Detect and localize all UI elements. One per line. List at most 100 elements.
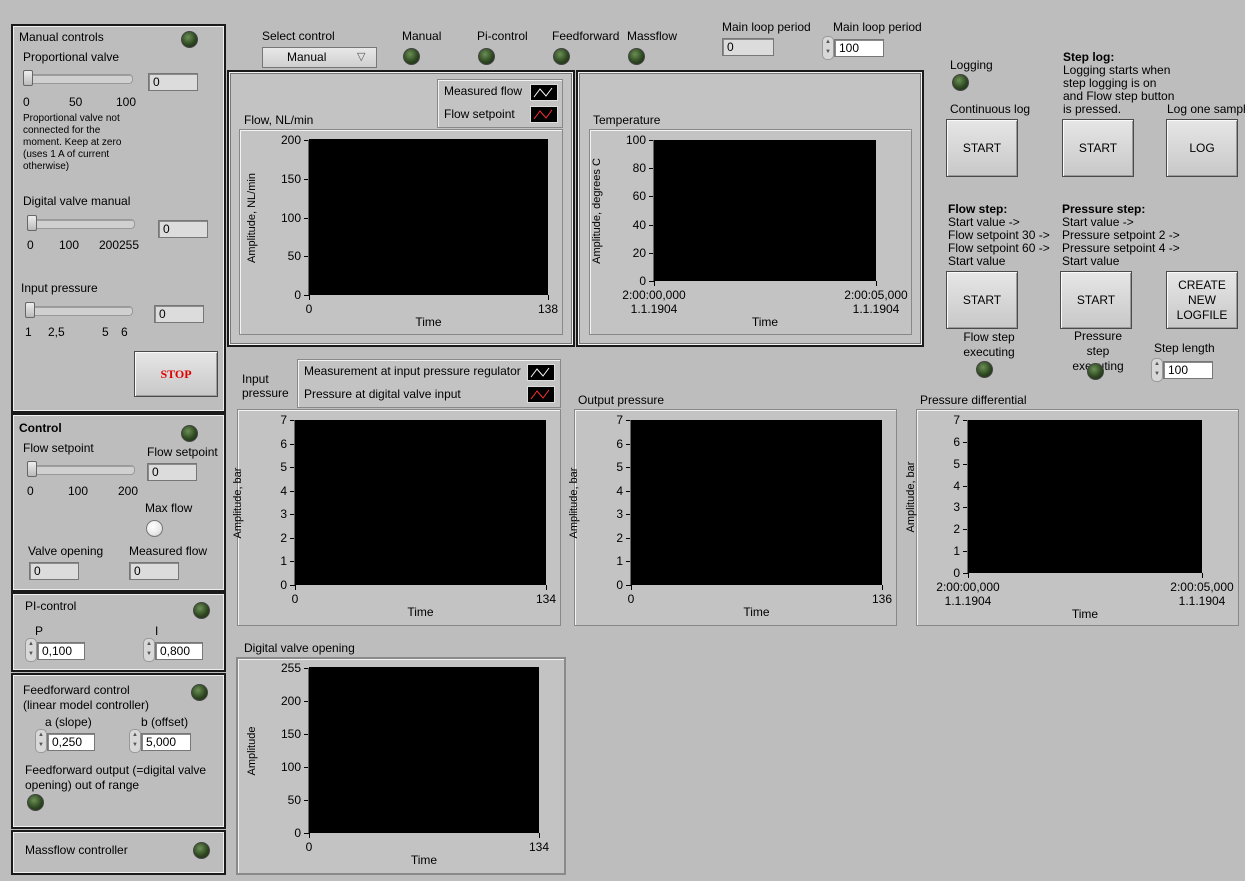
dropdown-arrow-icon: ▽: [357, 51, 366, 63]
continuous-log-start-button[interactable]: START: [946, 119, 1018, 177]
y-tick-label: 150: [280, 727, 301, 741]
prop-valve-thumb[interactable]: [23, 70, 33, 86]
y-tick-label: 60: [632, 189, 646, 204]
y-tick-label: 7: [953, 413, 960, 427]
y-tick-label: 200: [280, 694, 301, 708]
flow-legend: Measured flow Flow setpoint: [437, 79, 563, 128]
ff-title: Feedforward control: [23, 683, 130, 697]
pressure-step-start-button[interactable]: START: [1060, 271, 1132, 329]
x-axis-label: Time: [751, 315, 779, 329]
x-tick-label: 2:00:00,000: [622, 288, 686, 302]
valve-opening-label: Valve opening: [28, 544, 104, 558]
y-axis-line: [967, 420, 968, 573]
dig-valve-thumb[interactable]: [27, 215, 37, 231]
create-new-logfile-button[interactable]: CREATE NEW LOGFILE: [1166, 271, 1238, 329]
x-axis-label: Time: [410, 853, 438, 867]
x-tick-mark: [1202, 573, 1203, 578]
a-spinner[interactable]: ▲ ▼: [35, 729, 47, 753]
flow-chart-title: Flow, NL/min: [244, 113, 314, 127]
y-axis-label: Amplitude, NL/min: [246, 172, 258, 263]
p-value[interactable]: 0,100: [37, 642, 85, 660]
b-spinner[interactable]: ▲ ▼: [129, 729, 141, 753]
legend-line-white-icon: [530, 367, 550, 378]
flow-step-line: Flow setpoint 60 ->: [948, 241, 1050, 255]
y-tick-label: 7: [616, 413, 623, 427]
input-legend-regulator: Measurement at input pressure regulator: [304, 364, 521, 378]
start-label: START: [1078, 141, 1118, 155]
temp-chart-title: Temperature: [593, 113, 661, 127]
stop-button[interactable]: STOP: [134, 351, 218, 397]
x-tick-label: 0: [305, 302, 313, 316]
y-tick-label: 1: [616, 554, 623, 569]
y-tick-label: 3: [953, 500, 960, 515]
p-label: P: [35, 624, 44, 638]
y-tick-label: 80: [632, 161, 646, 176]
i-value[interactable]: 0,800: [155, 642, 203, 660]
y-tick-label: 4: [616, 483, 623, 498]
y-tick-label: 50: [287, 249, 301, 264]
b-value[interactable]: 5,000: [141, 733, 191, 751]
y-tick-label: 150: [280, 171, 301, 186]
select-control-dropdown[interactable]: Manual ▽: [262, 47, 377, 68]
pi-led-icon: [193, 602, 210, 619]
log-label: LOG: [1189, 141, 1215, 155]
dig-valve-slider[interactable]: [27, 219, 135, 229]
prop-valve-value[interactable]: 0: [148, 73, 198, 91]
flow-step-start-button[interactable]: START: [946, 271, 1018, 329]
p-spinner[interactable]: ▲ ▼: [25, 638, 37, 662]
x-tick-label: 136: [871, 592, 893, 606]
y-tick-label: 5: [280, 460, 287, 475]
ff-range-label: Feedforward output (=digital valve openi…: [25, 763, 207, 792]
input-pressure-value[interactable]: 0: [154, 305, 204, 323]
dig-valve-tick: 200: [99, 238, 120, 252]
step-length-value[interactable]: 100: [1163, 361, 1213, 379]
pi-title: PI-control: [25, 599, 77, 613]
ind-pi-label: Pi-control: [477, 29, 528, 43]
logging-label: Logging: [950, 58, 993, 72]
log-one-sample-button[interactable]: LOG: [1166, 119, 1238, 177]
input-pressure-thumb[interactable]: [25, 302, 35, 318]
flow-plot[interactable]: [309, 139, 548, 295]
flow-setpoint-slider[interactable]: [27, 465, 135, 475]
dv-plot[interactable]: [309, 667, 539, 833]
massflow-group: Massflow controller: [11, 830, 226, 875]
x-tick-mark: [309, 833, 310, 838]
select-control-label: Select control: [262, 29, 335, 43]
x-axis-label: Time: [407, 605, 434, 619]
x-tick-label: 134: [528, 840, 550, 854]
input-pressure-label: Input pressure: [21, 281, 98, 295]
input-pressure-slider[interactable]: [25, 306, 133, 316]
prop-valve-slider[interactable]: [23, 74, 133, 84]
output-chart-title: Output pressure: [578, 393, 665, 407]
input-legend-regulator-swatch: [527, 364, 555, 381]
flow-setpoint-thumb[interactable]: [27, 461, 37, 477]
output-plot[interactable]: [631, 420, 882, 585]
x-tick-label: 2:00:05,000: [1170, 580, 1234, 594]
step-length-spinner[interactable]: ▲ ▼: [1151, 358, 1163, 382]
y-axis-line: [308, 140, 309, 295]
x-tick-label: 138: [537, 302, 559, 316]
ind-ff-led-icon: [553, 48, 570, 65]
x-axis-label: Time: [415, 315, 442, 329]
y-tick-label: 0: [616, 578, 623, 592]
loop-period-value-2[interactable]: 100: [834, 39, 884, 57]
diff-chart-title: Pressure differential: [920, 393, 1027, 407]
loop-period-spinner[interactable]: ▲ ▼: [822, 36, 834, 60]
ff-range-led-icon: [27, 794, 44, 811]
flow-step-executing-led-icon: [976, 361, 993, 378]
i-spinner[interactable]: ▲ ▼: [143, 638, 155, 662]
a-value[interactable]: 0,250: [47, 733, 95, 751]
input-plot[interactable]: [295, 420, 546, 585]
y-tick-label: 1: [953, 544, 960, 559]
input-pressure-tick: 5: [102, 325, 109, 339]
diff-plot[interactable]: [968, 420, 1202, 573]
step-log-start-button[interactable]: START: [1062, 119, 1134, 177]
y-tick-label: 100: [280, 210, 301, 225]
y-tick-label: 0: [294, 826, 301, 840]
dig-valve-value[interactable]: 0: [158, 220, 208, 238]
log-one-sample-label: Log one sample: [1167, 102, 1245, 116]
temp-plot[interactable]: [654, 140, 876, 281]
stop-label: STOP: [160, 366, 192, 381]
control-group: Control Flow setpoint 0 100 200 Flow set…: [11, 413, 226, 592]
logging-led-icon: [952, 74, 969, 91]
